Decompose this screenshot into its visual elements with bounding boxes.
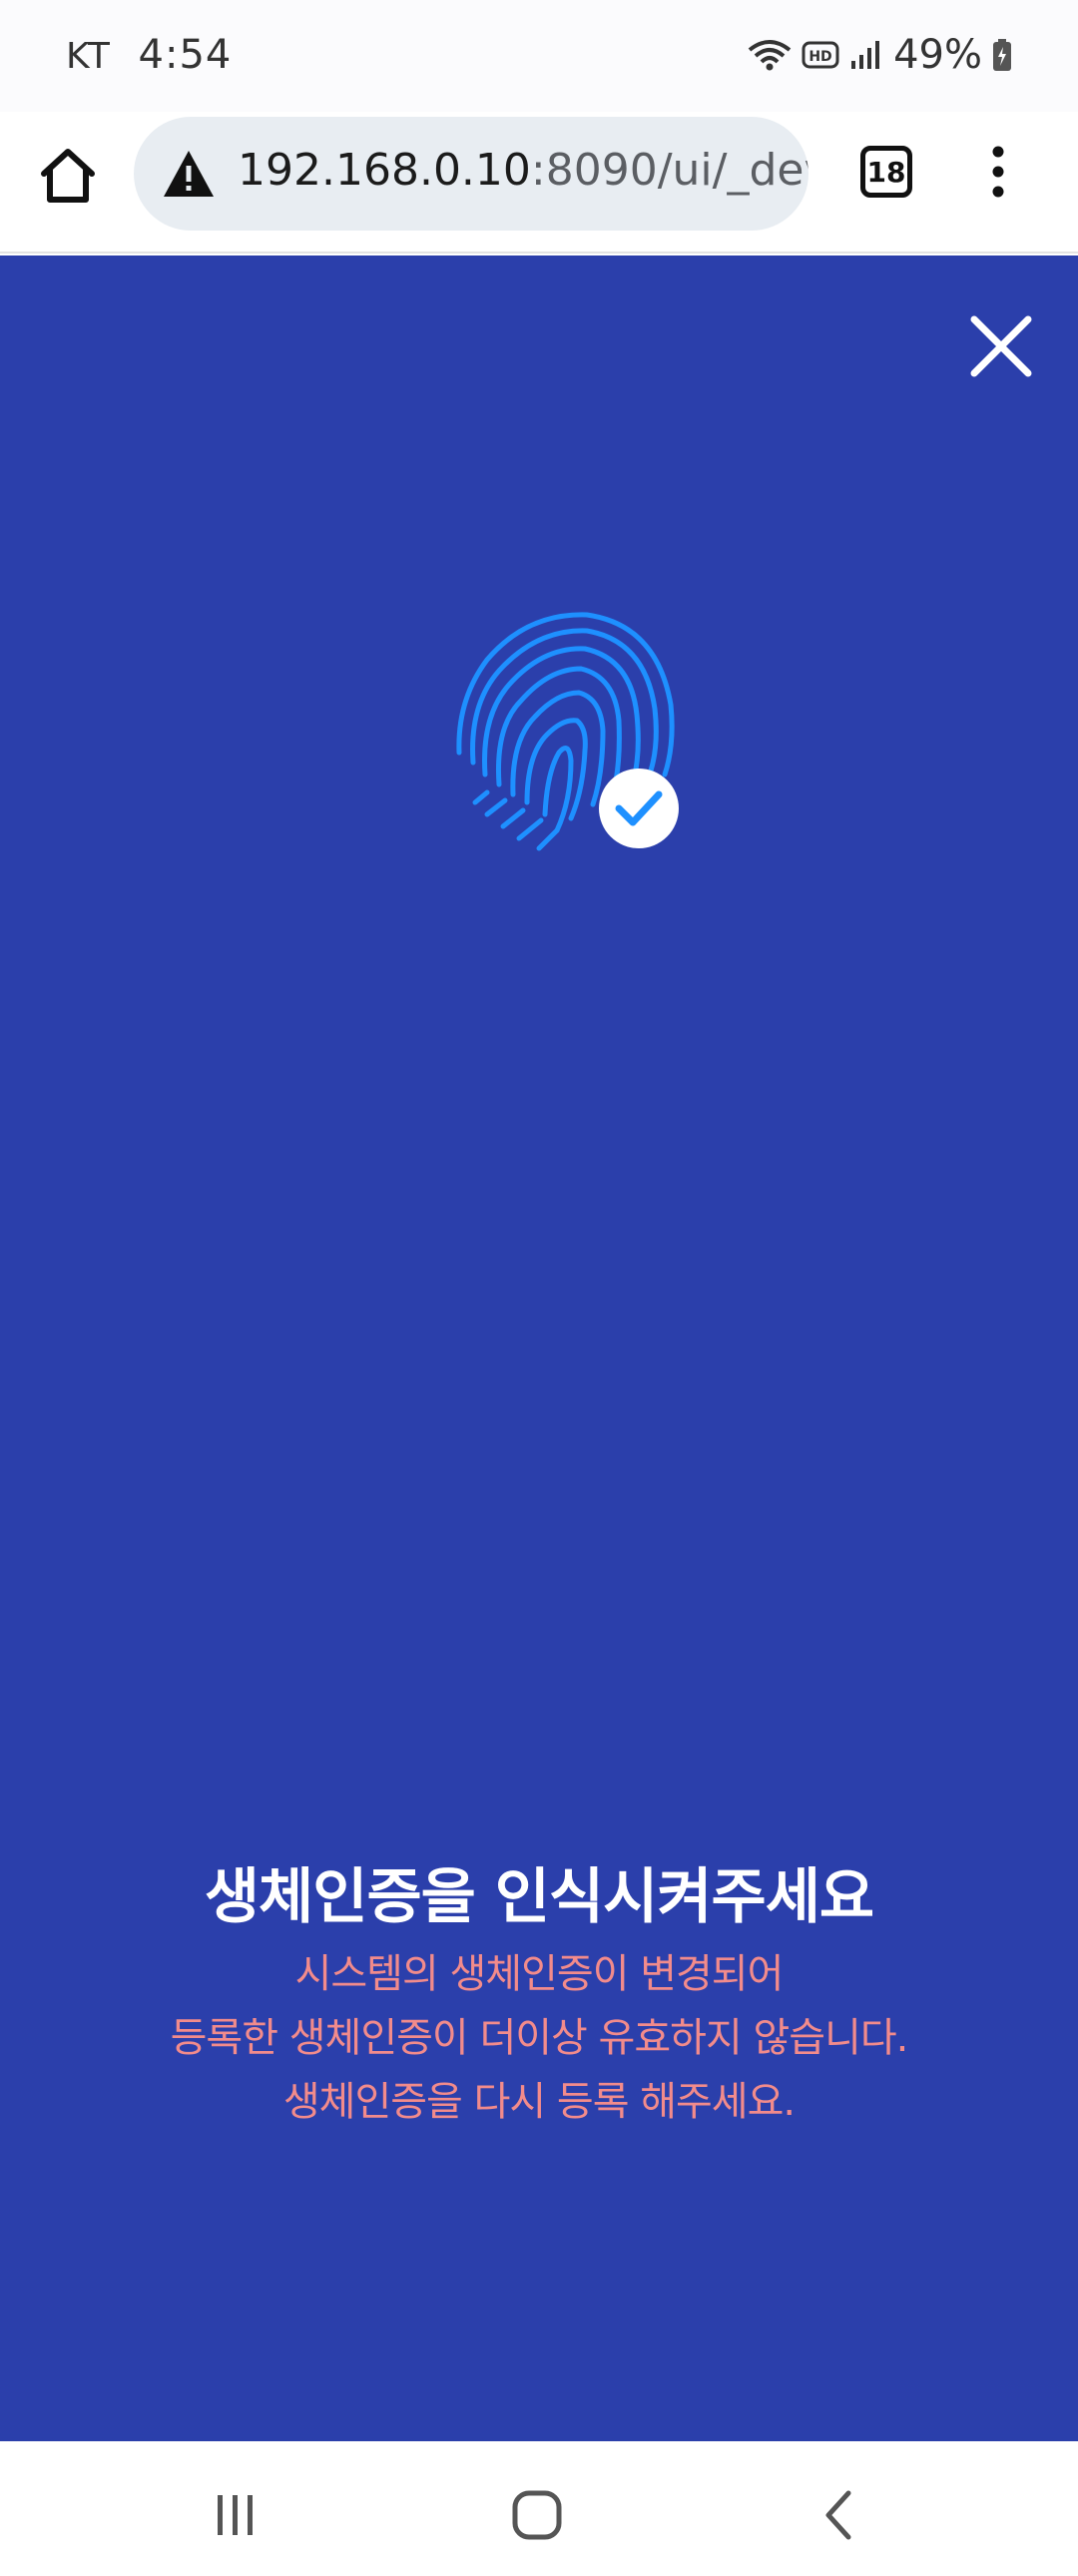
error-line-1: 시스템의 생체인증이 변경되어 [294, 1951, 785, 1997]
url-path: :8090/ui/_dev/c [530, 145, 808, 196]
battery-percent: 49% [893, 32, 982, 78]
address-bar[interactable]: 192.168.0.10:8090/ui/_dev/c [134, 117, 808, 231]
home-icon [41, 149, 95, 203]
url-text: 192.168.0.10:8090/ui/_dev/c [238, 145, 808, 196]
clock: 4:54 [138, 32, 233, 78]
fingerprint-icon [456, 612, 679, 851]
auth-title: 생체인증을 인식시켜주세요 [204, 1862, 874, 1932]
fingerprint-graphic [447, 605, 687, 864]
more-vertical-icon [992, 146, 1004, 198]
home-button[interactable] [36, 144, 100, 208]
svg-text:HD: HD [808, 49, 831, 65]
carrier-label: KT [66, 36, 111, 77]
close-icon [970, 315, 1032, 377]
system-nav-bar [0, 2441, 1078, 2576]
nav-home-icon [512, 2490, 562, 2540]
tab-count: 18 [866, 155, 906, 189]
status-bar: KT 4:54 HD 49% [0, 0, 1078, 112]
back-button[interactable] [818, 2489, 858, 2541]
signal-icon [849, 39, 883, 71]
close-button[interactable] [966, 311, 1036, 381]
auth-error-message: 시스템의 생체인증이 변경되어 등록한 생체인증이 더이상 유효하지 않습니다.… [0, 1942, 1078, 2134]
recents-button[interactable] [212, 2493, 260, 2537]
nav-home-button[interactable] [511, 2489, 563, 2541]
browser-toolbar: 192.168.0.10:8090/ui/_dev/c 18 [0, 112, 1078, 254]
hd-voice-icon: HD [802, 41, 839, 69]
url-host: 192.168.0.10 [238, 145, 531, 196]
recents-icon [218, 2495, 253, 2535]
back-icon [825, 2490, 851, 2540]
error-line-2: 등록한 생체인증이 더이상 유효하지 않습니다. [170, 2015, 909, 2061]
tab-switcher-button[interactable]: 18 [860, 146, 912, 198]
error-line-3: 생체인증을 다시 등록 해주세요. [282, 2079, 796, 2125]
wifi-icon [748, 38, 792, 72]
status-right: HD 49% [748, 32, 1012, 78]
battery-charging-icon [992, 38, 1012, 72]
warning-icon [164, 151, 214, 197]
browser-menu-button[interactable] [978, 142, 1018, 202]
status-left: KT 4:54 [66, 32, 232, 78]
biometric-auth-screen: 생체인증을 인식시켜주세요 시스템의 생체인증이 변경되어 등록한 생체인증이 … [0, 256, 1078, 2441]
